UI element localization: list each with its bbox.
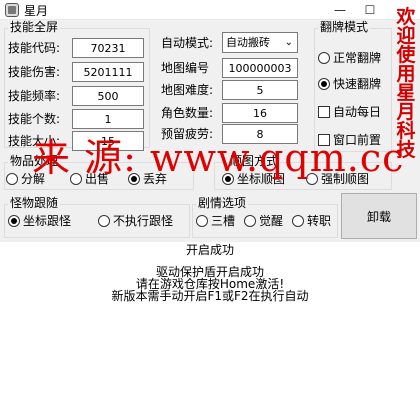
skill-count-field[interactable] <box>72 109 144 129</box>
log-output: 开启成功 驱动保护盾开启成功 请在游戏仓库按Home激活! 新版本需手动开启F1… <box>0 242 420 408</box>
radio-coord-follow[interactable]: 坐标跟怪 <box>8 213 71 229</box>
radio-fast-flip-label: 快速翻牌 <box>333 77 382 91</box>
radio-normal-flip-label: 正常翻牌 <box>333 51 382 65</box>
skill-group-legend: 技能全屏 <box>8 20 61 34</box>
skill-damage-field[interactable] <box>72 62 144 82</box>
skill-count-label: 技能个数: <box>8 112 61 126</box>
radio-job-change-label: 转职 <box>307 214 332 228</box>
skill-frequency-field[interactable] <box>72 86 144 106</box>
minimize-button[interactable]: — <box>325 0 355 20</box>
watermark-text: 来 源: www.qqm.cc <box>32 136 405 180</box>
radio-no-follow-label: 不执行跟怪 <box>113 214 174 228</box>
checkbox-auto-daily-label: 自动每日 <box>333 105 382 119</box>
radio-circle-icon <box>292 215 304 227</box>
story-options-legend: 剧情选项 <box>196 196 249 210</box>
unload-button[interactable]: 卸载 <box>341 193 417 239</box>
skill-frequency-label: 技能频率: <box>8 89 61 103</box>
log-line: 新版本需手动开启F1或F2在执行自动 <box>111 289 309 303</box>
radio-fast-flip[interactable]: 快速翻牌 <box>318 76 381 92</box>
role-count-field[interactable] <box>222 103 298 123</box>
map-id-field[interactable] <box>222 58 298 78</box>
radio-selected-icon <box>318 78 330 90</box>
map-difficulty-label: 地图难度: <box>161 83 214 97</box>
chevron-down-icon: ⌄ <box>284 37 293 48</box>
auto-mode-select[interactable]: 自动搬砖 ⌄ <box>222 32 298 53</box>
radio-selected-icon <box>8 215 20 227</box>
radio-no-follow[interactable]: 不执行跟怪 <box>98 213 173 229</box>
radio-circle-icon <box>318 52 330 64</box>
skill-code-label: 技能代码: <box>8 41 61 55</box>
auto-mode-value: 自动搬砖 <box>226 36 270 49</box>
radio-awaken-label: 觉醒 <box>259 214 284 228</box>
checkbox-icon <box>318 106 330 118</box>
radio-circle-icon <box>6 173 18 185</box>
radio-three-slot[interactable]: 三槽 <box>196 213 235 229</box>
radio-awaken[interactable]: 觉醒 <box>244 213 283 229</box>
log-line: 开启成功 <box>185 243 234 257</box>
map-id-label: 地图编号 <box>161 61 210 75</box>
radio-normal-flip[interactable]: 正常翻牌 <box>318 50 381 66</box>
radio-coord-follow-label: 坐标跟怪 <box>23 214 72 228</box>
skill-damage-label: 技能伤害: <box>8 65 61 79</box>
checkbox-auto-daily[interactable]: 自动每日 <box>318 104 381 120</box>
app-icon <box>5 3 19 17</box>
main-panel: 技能全屏 技能代码: 技能伤害: 技能频率: 技能个数: 技能大小: 自动模式:… <box>0 20 420 242</box>
radio-circle-icon <box>196 215 208 227</box>
radio-job-change[interactable]: 转职 <box>292 213 331 229</box>
flip-mode-legend: 翻牌模式 <box>318 20 371 34</box>
window-title: 星月 <box>24 4 49 18</box>
radio-circle-icon <box>98 215 110 227</box>
maximize-button[interactable]: ☐ <box>355 0 385 20</box>
skill-code-field[interactable] <box>72 38 144 58</box>
auto-mode-label: 自动模式: <box>161 36 214 50</box>
radio-circle-icon <box>244 215 256 227</box>
radio-three-slot-label: 三槽 <box>211 214 236 228</box>
role-count-label: 角色数量: <box>161 106 214 120</box>
title-bar: 星月 — ☐ <box>0 0 420 20</box>
map-difficulty-field[interactable] <box>222 80 298 100</box>
monster-follow-legend: 怪物跟随 <box>8 196 61 210</box>
